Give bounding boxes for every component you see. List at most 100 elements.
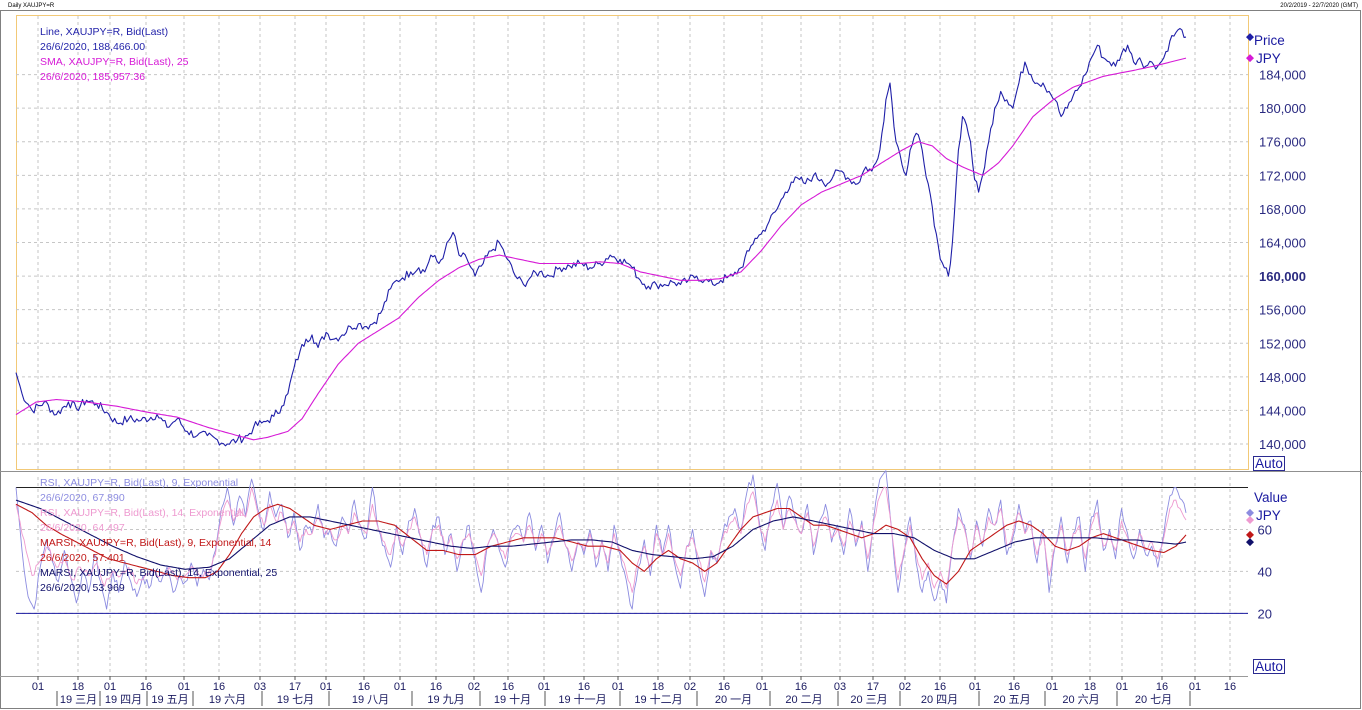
- month-label: 19 七月: [277, 693, 314, 706]
- x-tick-label: 17: [289, 681, 301, 693]
- month-label: 20 二月: [785, 694, 822, 706]
- series-line-price-2: [15, 57, 1187, 441]
- x-tick-label: 01: [320, 681, 332, 693]
- x-tick-label: 18: [652, 681, 664, 693]
- month-label: 19 十月: [494, 692, 531, 706]
- month-label: 19 五月: [151, 694, 188, 706]
- rsi-axis-title: Value: [1254, 490, 1288, 505]
- x-tick-label: 01: [756, 681, 768, 693]
- month-label: 20 四月: [921, 694, 958, 706]
- legend-series-value: 26/6/2020, 185,957.36: [40, 71, 145, 83]
- x-tick-label: 16: [1224, 681, 1236, 693]
- month-label: 19 十一月: [558, 692, 606, 706]
- price-grid: [16, 16, 1248, 469]
- rsi-legend: RSI, XAUJPY=R, Bid(Last), 9, Exponential…: [40, 477, 277, 594]
- x-tick-label: 18: [72, 681, 84, 693]
- x-tick-label: 02: [899, 681, 911, 693]
- x-tick-label: 01: [32, 681, 44, 693]
- x-tick-label: 02: [468, 681, 480, 693]
- x-tick-label: 16: [1008, 681, 1020, 693]
- x-tick-label: 01: [178, 681, 190, 693]
- month-label: 19 六月: [209, 693, 246, 706]
- x-tick-label: 16: [1156, 681, 1168, 693]
- x-tick-label: 03: [254, 681, 266, 693]
- legend-series-name: MARSI, XAUJPY=R, Bid(Last), 9, Exponenti…: [40, 537, 272, 549]
- price-y-tick-label: 184,000: [1259, 68, 1306, 83]
- month-label: 19 十二月: [634, 692, 682, 706]
- month-label: 20 七月: [1135, 693, 1172, 706]
- legend-series-name: SMA, XAUJPY=R, Bid(Last), 25: [40, 56, 189, 68]
- month-label: 20 六月: [1062, 693, 1099, 706]
- rsi-y-tick-label: 40: [1258, 564, 1272, 579]
- x-tick-label: 03: [834, 681, 846, 693]
- x-tick-label: 16: [358, 681, 370, 693]
- rsi-axis-unit: JPY: [1256, 508, 1281, 523]
- rsi-auto-label: Auto: [1255, 659, 1283, 674]
- last-value-marker: [1246, 538, 1254, 547]
- x-tick-label: 01: [538, 681, 550, 693]
- legend-series-name: RSI, XAUJPY=R, Bid(Last), 9, Exponential: [40, 477, 238, 489]
- last-value-marker: [1246, 54, 1254, 63]
- price-axis: 140,000 144,000 148,000 152,000 156,000 160,0…: [1246, 33, 1306, 471]
- x-tick-label: 02: [684, 681, 696, 693]
- month-label: 19 三月: [60, 694, 97, 706]
- price-y-tick-label: 176,000: [1259, 135, 1306, 150]
- x-tick-label: 01: [394, 681, 406, 693]
- price-y-tick-label: 148,000: [1259, 370, 1306, 385]
- price-auto-label: Auto: [1255, 456, 1283, 471]
- legend-series-value: 26/6/2020, 67.890: [40, 492, 125, 504]
- month-label: 20 五月: [993, 694, 1030, 706]
- month-label: 20 三月: [850, 694, 887, 706]
- month-label: 19 四月: [105, 694, 142, 706]
- legend-series-value: 26/6/2020, 64.497: [40, 522, 125, 534]
- last-value-marker: [1246, 33, 1254, 42]
- last-value-marker: [1246, 508, 1254, 517]
- x-tick-label: 16: [578, 681, 590, 693]
- last-value-marker: [1246, 530, 1254, 539]
- price-y-tick-label: 140,000: [1259, 437, 1306, 452]
- rsi-y-tick-label: 20: [1258, 606, 1272, 621]
- month-label: 19 八月: [352, 694, 389, 706]
- x-tick-label: 01: [1116, 681, 1128, 693]
- x-tick-label: 16: [795, 681, 807, 693]
- price-series-group: [15, 27, 1187, 447]
- x-tick-label: 16: [140, 681, 152, 693]
- price-axis-unit: JPY: [1256, 51, 1281, 66]
- month-label: 19 九月: [427, 693, 464, 706]
- x-tick-label: 01: [1189, 681, 1201, 693]
- x-axis: 01 18 01 16 01 16 03 17 01 16 01 16 02 16 01 16 01 18 02 16…: [0, 676, 1248, 706]
- legend-series-value: 26/6/2020, 57.401: [40, 552, 125, 564]
- price-y-tick-label: 164,000: [1259, 236, 1306, 251]
- price-y-tick-label: 144,000: [1259, 403, 1306, 418]
- price-axis-title: Price: [1254, 33, 1285, 48]
- x-tick-label: 16: [502, 681, 514, 693]
- x-tick-label: 16: [213, 681, 225, 693]
- x-tick-label: 01: [1046, 681, 1058, 693]
- legend-series-name: Line, XAUJPY=R, Bid(Last): [40, 26, 168, 38]
- month-label: 20 一月: [715, 694, 752, 706]
- x-tick-label: 16: [934, 681, 946, 693]
- price-y-tick-label: 152,000: [1259, 336, 1306, 351]
- chart-canvas[interactable]: 01 18 01 16 01 16 03 17 01 16 01 16 02 16 01 16 01 18 02 16…: [0, 0, 1362, 710]
- outer-frame: [0, 10, 1361, 709]
- x-tick-label: 01: [104, 681, 116, 693]
- price-y-tick-label: 160,000: [1259, 269, 1306, 284]
- x-tick-label: 17: [867, 681, 879, 693]
- price-y-tick-label: 156,000: [1259, 303, 1306, 318]
- series-line-price-1: [15, 27, 1187, 447]
- x-tick-label: 01: [612, 681, 624, 693]
- x-tick-label: 18: [1084, 681, 1096, 693]
- price-plot-border: [16, 15, 1249, 470]
- price-y-tick-label: 172,000: [1259, 168, 1306, 183]
- rsi-y-tick-label: 60: [1258, 522, 1272, 537]
- price-y-tick-label: 180,000: [1259, 101, 1306, 116]
- price-y-tick-label: 168,000: [1259, 202, 1306, 217]
- rsi-axis: 20 40 60 Value JPY Auto: [1246, 490, 1288, 674]
- last-value-marker: [1246, 516, 1254, 525]
- legend-series-name: RSI, XAUJPY=R, Bid(Last), 14, Exponentia…: [40, 507, 244, 519]
- legend-series-name: MARSI, XAUJPY=R, Bid(Last), 14, Exponent…: [40, 567, 277, 579]
- x-tick-label: 16: [718, 681, 730, 693]
- legend-series-value: 26/6/2020, 53.969: [40, 582, 125, 594]
- legend-series-value: 26/6/2020, 188,466.00: [40, 41, 145, 53]
- x-tick-label: 16: [430, 681, 442, 693]
